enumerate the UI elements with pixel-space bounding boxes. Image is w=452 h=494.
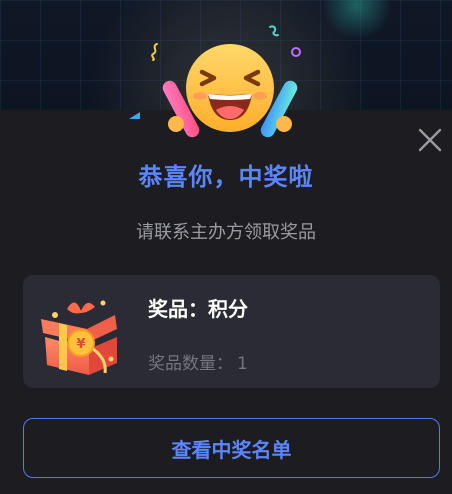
prize-quantity-label: 奖品数量： [148, 354, 233, 374]
dialog-title: 恭喜你，中奖啦 [138, 163, 314, 191]
confetti-decoration [129, 112, 140, 119]
dialog-subtitle: 请联系主办方领取奖品 [136, 222, 316, 243]
svg-text:¥: ¥ [76, 337, 85, 352]
laughing-face-icon [162, 44, 298, 138]
prize-name: 奖品：积分 [148, 297, 248, 321]
glow-decoration [322, 0, 392, 40]
view-winners-button[interactable]: 查看中奖名单 [23, 418, 440, 478]
prize-card: ¥ 奖品：积分 奖品数量： 1 [23, 275, 440, 388]
close-icon[interactable] [416, 126, 444, 154]
prize-quantity-value: 1 [237, 354, 248, 374]
prize-quantity: 奖品数量： 1 [148, 349, 248, 374]
gift-box-icon: ¥ [41, 300, 117, 375]
